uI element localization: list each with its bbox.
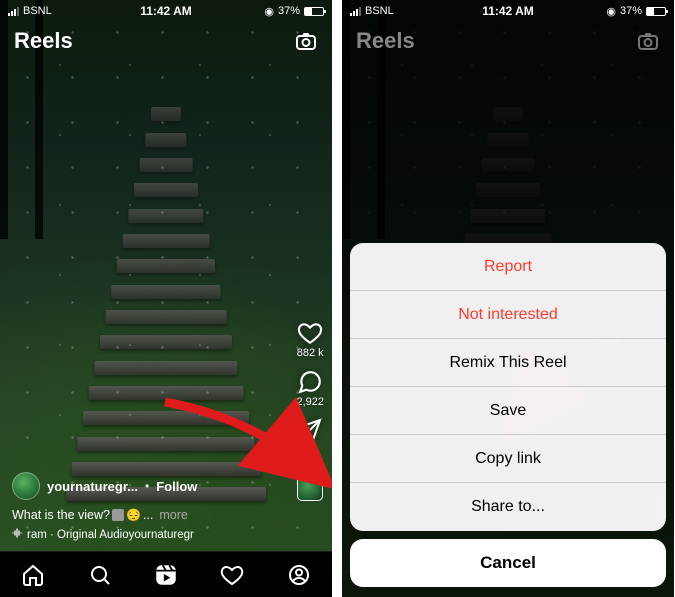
reels-header: Reels bbox=[342, 22, 674, 60]
bottom-nav bbox=[0, 551, 332, 597]
sheet-share-to[interactable]: Share to... bbox=[350, 483, 666, 531]
nav-reels[interactable] bbox=[146, 552, 186, 597]
status-bar: BSNL 11:42 AM ◉ 37% bbox=[0, 0, 332, 22]
location-icon: ◉ bbox=[606, 5, 616, 18]
like-count: 882 k bbox=[297, 347, 324, 359]
like-button[interactable]: 882 k bbox=[297, 320, 324, 359]
nav-search[interactable] bbox=[80, 552, 120, 597]
caption-text: What is the view? bbox=[12, 508, 110, 522]
placeholder-glyph bbox=[112, 509, 124, 521]
phone-left: BSNL 11:42 AM ◉ 37% Reels 882 k bbox=[0, 0, 332, 597]
comment-button[interactable]: 2,922 bbox=[296, 369, 324, 408]
battery-icon bbox=[304, 7, 324, 16]
sheet-save[interactable]: Save bbox=[350, 387, 666, 435]
caption-ellipsis: ... bbox=[143, 508, 153, 522]
carrier-label: BSNL bbox=[365, 5, 394, 17]
audio-info[interactable]: ram · Original Audioyournaturegr bbox=[12, 528, 272, 541]
follow-button[interactable]: Follow bbox=[156, 479, 197, 494]
avatar[interactable] bbox=[12, 472, 40, 500]
status-bar: BSNL 11:42 AM ◉ 37% bbox=[342, 0, 674, 22]
nav-home[interactable] bbox=[13, 552, 53, 597]
page-title: Reels bbox=[356, 28, 415, 54]
caption[interactable]: What is the view? 😔 ... more bbox=[12, 508, 272, 522]
sheet-remix[interactable]: Remix This Reel bbox=[350, 339, 666, 387]
location-icon: ◉ bbox=[264, 5, 274, 18]
audio-cover[interactable] bbox=[297, 475, 323, 501]
sheet-copy-link[interactable]: Copy link bbox=[350, 435, 666, 483]
audio-wave-icon bbox=[12, 528, 22, 541]
reel-info: yournaturegr... • Follow What is the vie… bbox=[12, 472, 272, 541]
signal-icon bbox=[8, 6, 19, 16]
phone-right: BSNL 11:42 AM ◉ 37% Reels ial Audioyourn… bbox=[342, 0, 674, 597]
clock: 11:42 AM bbox=[140, 4, 192, 18]
nav-activity[interactable] bbox=[212, 552, 252, 597]
share-button[interactable] bbox=[298, 418, 322, 442]
sheet-not-interested[interactable]: Not interested bbox=[350, 291, 666, 339]
page-title: Reels bbox=[14, 28, 73, 54]
sheet-cancel[interactable]: Cancel bbox=[350, 539, 666, 587]
action-rail: 882 k 2,922 bbox=[296, 320, 324, 501]
caption-more[interactable]: more bbox=[159, 508, 187, 522]
more-options-button[interactable] bbox=[303, 456, 318, 459]
action-sheet: Report Not interested Remix This Reel Sa… bbox=[350, 243, 666, 587]
carrier-label: BSNL bbox=[23, 5, 52, 17]
clock: 11:42 AM bbox=[482, 4, 534, 18]
camera-icon[interactable] bbox=[294, 29, 318, 53]
emoji-icon: 😔 bbox=[126, 508, 141, 522]
sheet-report[interactable]: Report bbox=[350, 243, 666, 291]
comment-count: 2,922 bbox=[296, 396, 324, 408]
audio-text: ram · Original Audioyournaturegr bbox=[27, 529, 194, 541]
username[interactable]: yournaturegr... bbox=[47, 479, 138, 494]
reels-header: Reels bbox=[0, 22, 332, 60]
battery-percent: 37% bbox=[620, 5, 642, 17]
battery-percent: 37% bbox=[278, 5, 300, 17]
battery-icon bbox=[646, 7, 666, 16]
separator: • bbox=[145, 479, 149, 493]
signal-icon bbox=[350, 6, 361, 16]
nav-profile[interactable] bbox=[279, 552, 319, 597]
camera-icon bbox=[636, 29, 660, 53]
